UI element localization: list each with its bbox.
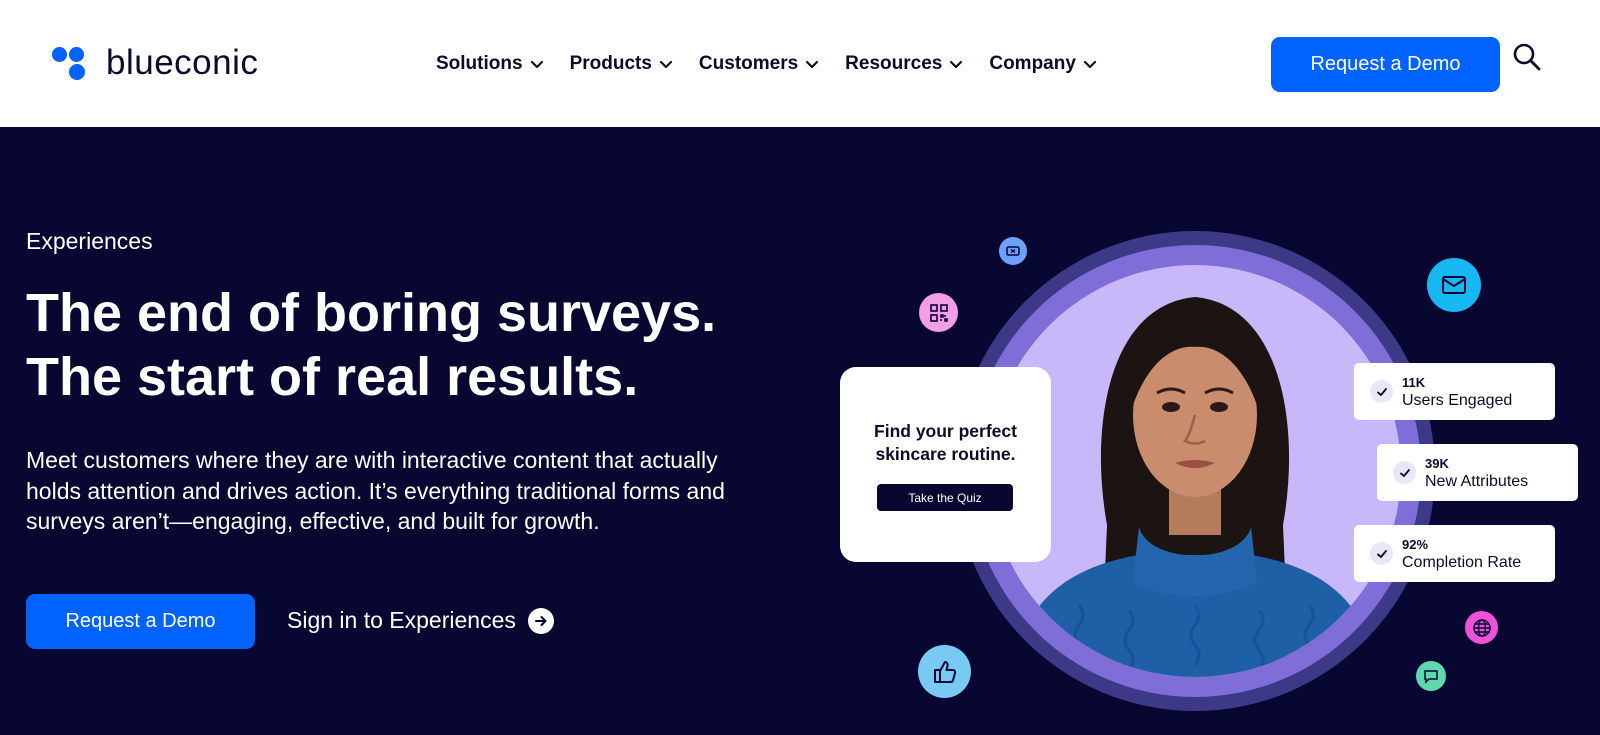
chat-icon: [1416, 661, 1446, 691]
site-header: blueconic Solutions Products Customers R…: [0, 0, 1600, 127]
headline-line: The end of boring surveys.: [26, 283, 717, 343]
stat-value: 39K: [1425, 456, 1449, 471]
quiz-card-title: Find your perfect skincare routine.: [874, 421, 1017, 464]
stat-card-new-attributes: 39K New Attributes: [1377, 444, 1578, 501]
nav-item-customers[interactable]: Customers: [699, 50, 820, 78]
take-quiz-button[interactable]: Take the Quiz: [877, 484, 1013, 511]
mail-icon: [1427, 258, 1481, 312]
stat-value: 92%: [1402, 537, 1429, 552]
chevron-down-icon: [1083, 60, 1097, 69]
nav-item-label: Customers: [698, 53, 799, 74]
logo[interactable]: blueconic: [52, 44, 258, 80]
chevron-down-icon: [659, 60, 673, 69]
globe-icon: [1465, 611, 1498, 644]
arrow-right-icon: [527, 608, 554, 634]
main-nav: Solutions Products Customers Resources C…: [436, 50, 1098, 78]
hero-section: Experiences The end of boring surveys. T…: [0, 127, 1600, 735]
check-icon: [1370, 542, 1393, 565]
ticket-icon: [999, 237, 1027, 265]
hero-request-demo-button[interactable]: Request a Demo: [26, 594, 255, 649]
stat-card-completion-rate: 92% Completion Rate: [1354, 525, 1555, 582]
sign-in-experiences-link[interactable]: Sign in to Experiences: [287, 607, 554, 635]
nav-item-products[interactable]: Products: [570, 50, 674, 78]
stat-label: New Attributes: [1425, 473, 1529, 490]
nav-item-resources[interactable]: Resources: [845, 50, 964, 78]
hero-subcopy: Meet customers where they are with inter…: [26, 447, 725, 534]
quiz-card: Find your perfect skincare routine. Take…: [840, 367, 1051, 562]
logo-mark-icon: [52, 44, 88, 80]
qr-code-icon: [919, 293, 958, 332]
request-demo-button[interactable]: Request a Demo: [1271, 37, 1500, 92]
check-icon: [1393, 461, 1416, 484]
stat-card-users-engaged: 11K Users Engaged: [1354, 363, 1555, 420]
chevron-down-icon: [530, 60, 543, 69]
thumbs-up-icon: [918, 645, 971, 698]
search-icon[interactable]: [1512, 42, 1542, 72]
stat-value: 11K: [1402, 375, 1426, 390]
chevron-down-icon: [806, 60, 819, 69]
check-icon: [1370, 380, 1393, 403]
nav-item-company[interactable]: Company: [989, 50, 1098, 78]
headline-line: The start of real results.: [26, 347, 639, 407]
nav-item-label: Products: [569, 53, 652, 74]
hero-headline: The end of boring surveys. The start of …: [26, 281, 786, 409]
chevron-down-icon: [950, 60, 963, 69]
nav-item-solutions[interactable]: Solutions: [436, 50, 545, 78]
stat-label: Users Engaged: [1402, 392, 1513, 409]
hero-eyebrow: Experiences: [26, 228, 153, 254]
stat-label: Completion Rate: [1402, 554, 1522, 571]
sign-in-link-label: Sign in to Experiences: [287, 607, 516, 633]
logo-wordmark: blueconic: [106, 42, 259, 82]
nav-item-label: Resources: [845, 53, 943, 74]
nav-item-label: Company: [989, 53, 1076, 74]
nav-item-label: Solutions: [436, 53, 523, 74]
